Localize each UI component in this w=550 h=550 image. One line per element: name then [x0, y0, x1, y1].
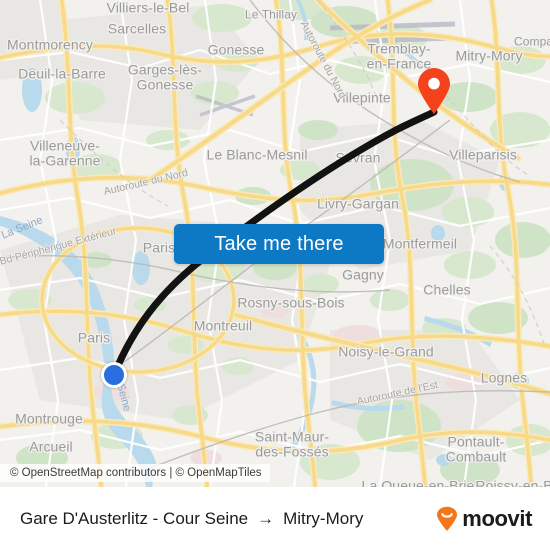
moovit-wordmark: moovit: [462, 505, 532, 531]
trip-origin-label: Gare D'Austerlitz - Cour Seine: [20, 508, 249, 528]
take-me-there-button[interactable]: Take me there: [174, 224, 384, 264]
moovit-map-screen: .land { fill:#f2f1ee; } .urban { fill:#e…: [0, 0, 550, 550]
destination-pin-icon[interactable]: [416, 68, 452, 114]
moovit-pin-icon: [437, 506, 458, 531]
arrow-right-icon: →: [257, 508, 275, 528]
moovit-logo[interactable]: moovit: [434, 506, 532, 532]
footer-bar: Gare D'Austerlitz - Cour Seine → Mitry-M…: [0, 487, 550, 550]
trip-destination-label: Mitry-Mory: [283, 508, 364, 528]
origin-location-dot[interactable]: [101, 362, 127, 388]
trip-summary: Gare D'Austerlitz - Cour Seine → Mitry-M…: [20, 509, 363, 529]
map-viewport[interactable]: .land { fill:#f2f1ee; } .urban { fill:#e…: [0, 0, 550, 487]
map-attribution[interactable]: © OpenStreetMap contributors | © OpenMap…: [0, 464, 270, 482]
